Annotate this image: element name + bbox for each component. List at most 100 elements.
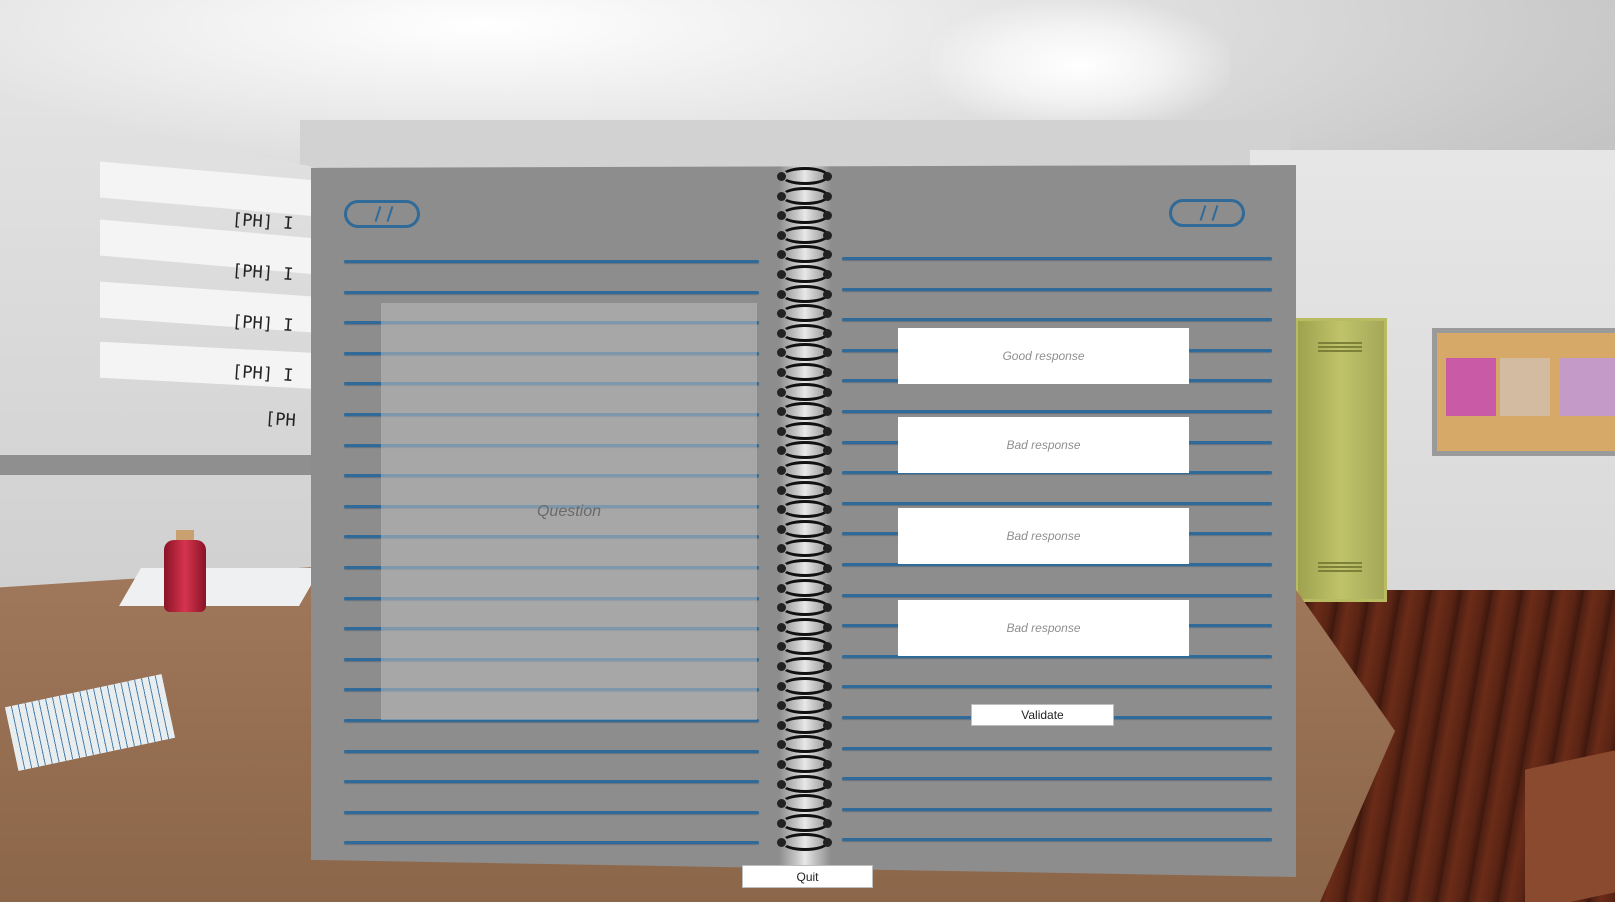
ruled-line bbox=[344, 749, 759, 753]
spiral-ring bbox=[781, 774, 829, 793]
binding-hole bbox=[823, 230, 832, 240]
spiral-ring bbox=[781, 284, 829, 303]
binding-hole bbox=[777, 818, 786, 828]
locker bbox=[1295, 318, 1387, 602]
question-panel: Question bbox=[381, 303, 757, 720]
ruled-line bbox=[344, 841, 759, 845]
binding-hole bbox=[777, 230, 786, 240]
binding-hole bbox=[777, 662, 786, 671]
locker-vent bbox=[1318, 342, 1362, 354]
spiral-ring bbox=[781, 167, 829, 185]
ruled-line bbox=[842, 838, 1272, 842]
question-text: Question bbox=[536, 502, 602, 520]
binding-hole bbox=[823, 779, 832, 789]
spiral-ring bbox=[781, 813, 829, 832]
binding-hole bbox=[777, 270, 786, 279]
locker-vent bbox=[1318, 562, 1362, 574]
answer-button-bad-3[interactable]: Bad response bbox=[898, 600, 1189, 656]
spiral-ring bbox=[781, 382, 829, 401]
binding-hole bbox=[823, 289, 832, 299]
binding-hole bbox=[823, 681, 832, 691]
paper-sheet bbox=[119, 568, 321, 606]
potion-bottle bbox=[164, 540, 206, 612]
page-tab-icon bbox=[344, 200, 420, 228]
binding-hole bbox=[777, 779, 786, 789]
pinned-note bbox=[1560, 358, 1615, 416]
binding-hole bbox=[823, 485, 832, 495]
spiral-ring bbox=[781, 578, 829, 597]
placeholder-label: [PH bbox=[264, 408, 297, 432]
spiral-ring bbox=[781, 519, 829, 538]
binding-hole bbox=[823, 524, 832, 534]
spiral-ring bbox=[781, 559, 829, 577]
placeholder-label: [PH] I bbox=[231, 209, 295, 235]
binding-hole bbox=[777, 328, 786, 338]
binding-hole bbox=[777, 466, 786, 475]
placeholder-label: [PH] I bbox=[231, 260, 295, 286]
binding-hole bbox=[823, 564, 832, 573]
placeholder-label: [PH] I bbox=[231, 311, 295, 337]
binding-hole bbox=[777, 485, 786, 495]
binding-hole bbox=[823, 270, 832, 279]
ruled-line bbox=[842, 410, 1272, 413]
spiral-ring bbox=[781, 480, 829, 499]
binding-hole bbox=[823, 426, 832, 436]
ruled-line bbox=[842, 593, 1272, 597]
spiral-ring bbox=[781, 421, 829, 440]
wall-stripe bbox=[0, 455, 340, 475]
ruled-line bbox=[842, 777, 1272, 781]
binding-hole bbox=[777, 720, 786, 730]
binding-hole bbox=[777, 426, 786, 436]
pinned-note bbox=[1446, 358, 1496, 416]
binding-hole bbox=[777, 564, 786, 573]
ceiling-light bbox=[930, 0, 1230, 130]
ruled-line bbox=[344, 290, 759, 294]
pinned-note bbox=[1500, 358, 1550, 416]
spiral-ring bbox=[781, 363, 829, 381]
binding-hole bbox=[777, 387, 786, 397]
ruled-line bbox=[344, 260, 759, 263]
quit-button[interactable]: Quit bbox=[742, 865, 873, 888]
ruled-line bbox=[842, 257, 1272, 260]
binding-hole bbox=[777, 289, 786, 299]
spiral-ring bbox=[781, 323, 829, 342]
binding-hole bbox=[823, 387, 832, 397]
binding-hole bbox=[777, 583, 786, 593]
placeholder-label: [PH] I bbox=[231, 361, 295, 387]
spiral-ring bbox=[781, 676, 829, 695]
binding-hole bbox=[823, 760, 832, 769]
ruled-line bbox=[842, 287, 1272, 291]
spiral-ring bbox=[781, 186, 829, 205]
ruled-line bbox=[344, 780, 759, 784]
spiral-ring bbox=[781, 225, 829, 244]
spiral-ring bbox=[781, 461, 829, 479]
binding-hole bbox=[777, 172, 786, 181]
binding-hole bbox=[777, 191, 786, 201]
validate-button[interactable]: Validate bbox=[971, 704, 1114, 726]
spiral-ring bbox=[781, 715, 829, 734]
spiral-ring bbox=[781, 657, 829, 675]
page-tab-icon bbox=[1169, 199, 1245, 227]
binding-hole bbox=[777, 524, 786, 534]
spiral-ring bbox=[781, 755, 829, 773]
binding-hole bbox=[777, 760, 786, 769]
answer-button-bad-2[interactable]: Bad response bbox=[898, 508, 1189, 564]
spiral-ring bbox=[781, 617, 829, 636]
binding-hole bbox=[823, 368, 832, 377]
ruled-line bbox=[842, 318, 1272, 322]
binding-hole bbox=[823, 662, 832, 671]
binding-hole bbox=[777, 622, 786, 632]
binding-hole bbox=[823, 172, 832, 181]
binding-hole bbox=[823, 328, 832, 338]
answer-button-good[interactable]: Good response bbox=[898, 328, 1189, 384]
ruled-line bbox=[842, 501, 1272, 505]
spiral-ring bbox=[781, 265, 829, 283]
side-desk bbox=[1525, 750, 1615, 902]
binding-hole bbox=[823, 466, 832, 475]
binding-hole bbox=[823, 720, 832, 730]
ruled-line bbox=[842, 685, 1272, 689]
binding-hole bbox=[823, 818, 832, 828]
answer-button-bad-1[interactable]: Bad response bbox=[898, 417, 1189, 473]
binding-hole bbox=[823, 583, 832, 593]
binding-hole bbox=[823, 191, 832, 201]
